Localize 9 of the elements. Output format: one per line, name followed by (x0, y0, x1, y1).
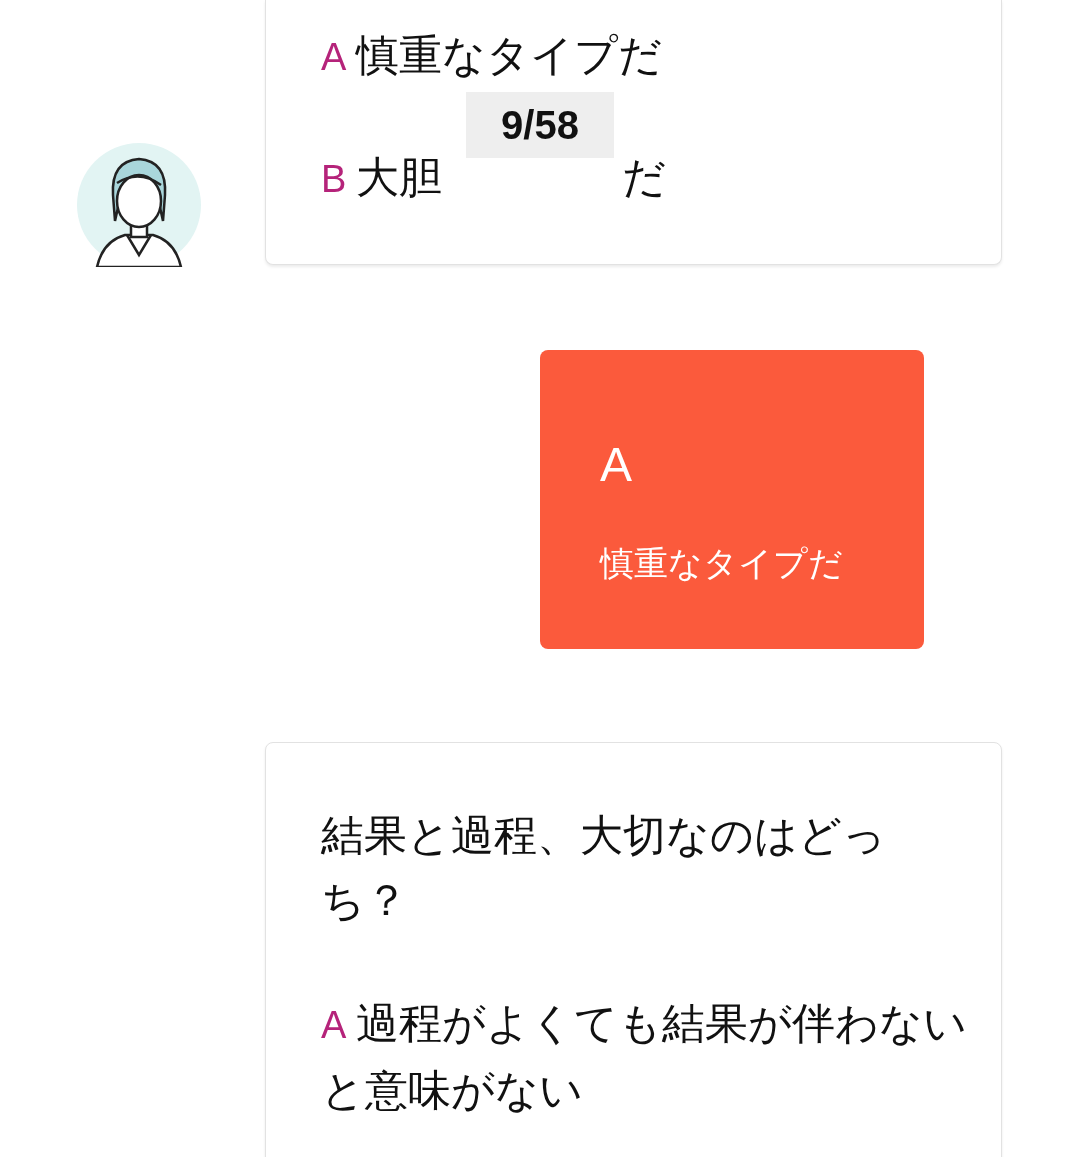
answer-choice: A (600, 437, 633, 493)
page-counter: 9/58 (466, 92, 614, 158)
option-text: A 慎重なタイプだ (321, 30, 664, 81)
option-text: だ (622, 153, 667, 201)
question-text: 結果と過程、大切なのはどっち？ (321, 810, 887, 926)
option-text: A 過程がよくても結果が伴わないと意味がない (321, 998, 969, 1116)
answer-text: 慎重なタイプだ (600, 543, 844, 584)
option-label: B (321, 158, 347, 200)
option-text: 大胆 (356, 153, 443, 201)
